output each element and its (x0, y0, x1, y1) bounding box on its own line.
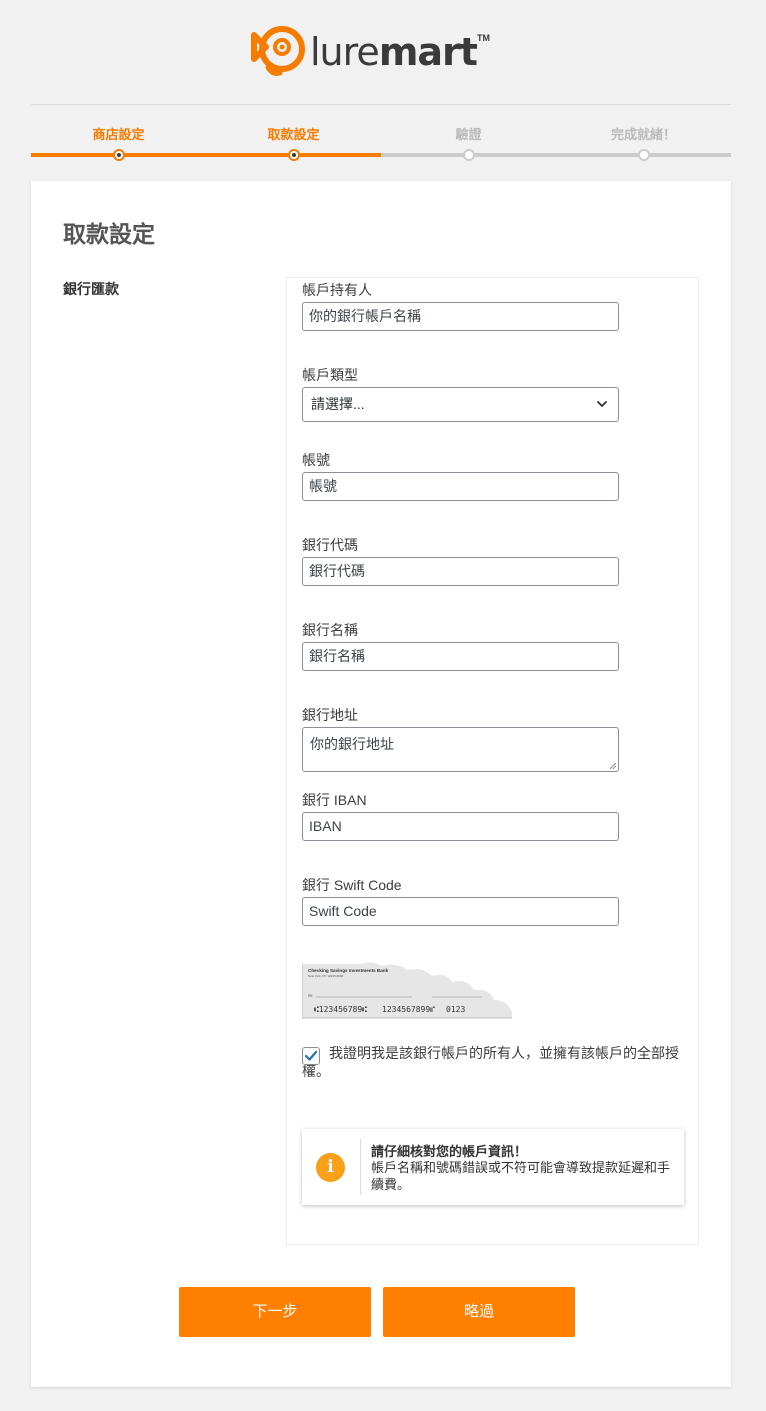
check-memo-label: RE (308, 994, 314, 998)
step-withdrawal-setup[interactable]: 取款設定 (206, 118, 381, 162)
check-account-number: 1234567899⑈ (382, 1005, 435, 1014)
luremart-logo: luremart TM (246, 24, 490, 80)
resize-handle-icon[interactable] (609, 762, 617, 770)
skip-button[interactable]: 略過 (383, 1287, 575, 1337)
section-label-bank-transfer: 銀行匯款 (63, 281, 119, 297)
step-label: 完成就緒！ (610, 127, 676, 142)
logo-text-bold: mart (378, 30, 478, 74)
step-ready[interactable]: 完成就緒！ (556, 118, 731, 162)
step-dot (463, 149, 475, 161)
step-dot (113, 149, 125, 161)
step-store-setup[interactable]: 商店設定 (31, 118, 206, 162)
notice-body: 帳戶名稱和號碼錯誤或不符可能會導致提款延遲和手續費。 (371, 1160, 671, 1192)
account-type-selected: 請選擇... (311, 396, 365, 412)
logo-text-light: lure (310, 30, 380, 74)
check-number: 0123 (446, 1005, 465, 1014)
step-verification[interactable]: 驗證 (381, 118, 556, 162)
step-dot (638, 149, 650, 161)
bank-transfer-form: 帳戶持有人 你的銀行帳戶名稱 帳戶類型 請選擇... 帳號 帳號 銀行代碼 銀行… (286, 277, 699, 1245)
account-number-label: 帳號 (302, 452, 330, 468)
step-label: 驗證 (455, 127, 482, 142)
checkmark-icon (304, 1050, 318, 1061)
withdrawal-card: 取款設定 銀行匯款 帳戶持有人 你的銀行帳戶名稱 帳戶類型 請選擇... 帳號 … (31, 181, 731, 1387)
ownership-text-line2: 權。 (302, 1063, 330, 1079)
account-type-select[interactable]: 請選擇... (302, 387, 619, 422)
bank-check-illustration: Checking Savings Investments Bank New Yo… (302, 962, 512, 1019)
account-holder-input[interactable]: 你的銀行帳戶名稱 (302, 302, 619, 331)
iban-input[interactable]: IBAN (302, 812, 619, 841)
header-divider (31, 104, 731, 105)
bank-address-value: 你的銀行地址 (310, 736, 394, 752)
page-title: 取款設定 (63, 221, 155, 247)
info-icon: i (316, 1153, 345, 1182)
bank-code-label: 銀行代碼 (302, 537, 358, 553)
step-label: 取款設定 (267, 127, 320, 142)
setup-steps: 商店設定 取款設定 驗證 完成就緒！ (31, 118, 731, 162)
ownership-text-line1: 我證明我是該銀行帳戶的所有人，並擁有該帳戶的全部授 (329, 1045, 679, 1061)
notice-divider (360, 1139, 361, 1195)
logo-wordmark: luremart (310, 30, 478, 74)
notice-title: 請仔細核對您的帳戶資訊！ (371, 1144, 528, 1159)
check-bank-name: Checking Savings Investments Bank (308, 968, 389, 973)
account-info-notice: i 請仔細核對您的帳戶資訊！ 帳戶名稱和號碼錯誤或不符可能會導致提款延遲和手續費… (302, 1129, 684, 1205)
iban-label: 銀行 IBAN (302, 792, 367, 808)
swift-input[interactable]: Swift Code (302, 897, 619, 926)
chevron-down-icon (597, 401, 607, 407)
trademark: TM (476, 33, 490, 43)
check-bank-city: New York, NY 12345-6666 (308, 974, 344, 978)
bank-address-label: 銀行地址 (302, 707, 358, 723)
bank-address-textarea[interactable]: 你的銀行地址 (302, 727, 619, 772)
step-dot (288, 149, 300, 161)
account-holder-label: 帳戶持有人 (302, 282, 372, 298)
account-type-label: 帳戶類型 (302, 367, 358, 383)
step-label: 商店設定 (92, 127, 145, 142)
account-number-input[interactable]: 帳號 (302, 472, 619, 501)
ownership-confirmation: 我證明我是該銀行帳戶的所有人，並擁有該帳戶的全部授 權。 (302, 1044, 692, 1080)
ownership-checkbox[interactable] (302, 1047, 320, 1065)
check-routing-number: ⑆123456789⑆ (314, 1005, 367, 1014)
swift-label: 銀行 Swift Code (302, 877, 402, 893)
bank-name-input[interactable]: 銀行名稱 (302, 642, 619, 671)
bank-code-input[interactable]: 銀行代碼 (302, 557, 619, 586)
next-button[interactable]: 下一步 (179, 1287, 371, 1337)
bank-name-label: 銀行名稱 (302, 622, 358, 638)
fish-logo-icon (251, 26, 305, 76)
